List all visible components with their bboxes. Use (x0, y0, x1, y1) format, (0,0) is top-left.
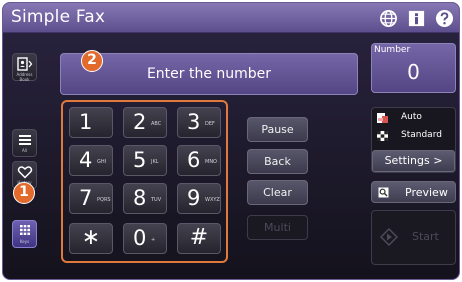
help-icon[interactable] (435, 9, 454, 28)
keys-label: Keys (19, 239, 30, 244)
all-list-label: All (22, 148, 27, 153)
key-digit: # (189, 225, 209, 250)
key-digit: 3 (187, 110, 201, 134)
key-asterisk[interactable]: ∗ (69, 223, 113, 254)
keypad-icon (20, 225, 30, 235)
settings-panel: Auto Standard Settings > (371, 107, 456, 173)
key-digit: 6 (187, 148, 201, 172)
key-digit: 5 (133, 148, 147, 172)
list-icon (19, 135, 31, 145)
preview-button[interactable]: Preview (371, 181, 456, 203)
app-title: Simple Fax (11, 7, 106, 27)
pause-button[interactable]: Pause (247, 117, 308, 142)
all-list-button[interactable]: All (12, 129, 37, 157)
key-letters: JKL (151, 159, 159, 165)
heart-icon (17, 166, 33, 179)
number-entry-placeholder: Enter the number (146, 66, 272, 82)
callout-marker-1: 1 (13, 182, 35, 204)
globe-icon[interactable] (379, 9, 398, 28)
key-digit: 2 (133, 110, 147, 134)
key-0[interactable]: 0 + (123, 223, 167, 254)
key-letters: TUV (151, 197, 162, 203)
document-color-icon (377, 113, 388, 123)
key-letters: DEF (205, 121, 215, 127)
standard-setting-label: Standard (401, 130, 442, 140)
key-letters: ABC (151, 121, 162, 127)
key-3[interactable]: 3 DEF (177, 107, 221, 138)
resolution-icon (377, 131, 388, 141)
key-digit: 4 (79, 148, 93, 172)
key-digit: ∗ (81, 225, 101, 250)
start-icon (380, 228, 398, 246)
callout-marker-2: 2 (81, 50, 103, 72)
preview-icon (378, 187, 389, 198)
number-entry-field[interactable]: Enter the number (60, 53, 358, 95)
key-letters: MNO (205, 159, 217, 165)
key-1[interactable]: 1 (69, 107, 113, 138)
info-icon[interactable] (407, 9, 426, 28)
key-8[interactable]: 8 TUV (123, 183, 167, 214)
number-label: Number (374, 45, 411, 55)
key-6[interactable]: 6 MNO (177, 145, 221, 176)
title-bar: Simple Fax (3, 3, 459, 33)
main-area: Address Book All History (3, 33, 459, 279)
clear-button[interactable]: Clear (247, 180, 308, 205)
address-book-button[interactable]: Address Book (12, 53, 37, 82)
key-letters: + (151, 237, 156, 243)
key-letters: GHI (97, 159, 107, 165)
key-digit: 9 (187, 186, 201, 210)
address-book-label: Address Book (16, 72, 33, 82)
address-book-icon (17, 57, 33, 71)
key-4[interactable]: 4 GHI (69, 145, 113, 176)
key-5[interactable]: 5 JKL (123, 145, 167, 176)
key-digit: 7 (79, 186, 93, 210)
start-button[interactable]: Start (371, 210, 456, 265)
keys-button[interactable]: Keys (12, 220, 37, 248)
key-digit: 1 (79, 110, 93, 134)
multi-button[interactable]: Multi (247, 215, 308, 240)
key-2[interactable]: 2 ABC (123, 107, 167, 138)
number-count: 0 (407, 60, 420, 84)
preview-label: Preview (405, 186, 448, 199)
key-letters: WXYZ (205, 197, 220, 203)
key-digit: 0 (133, 226, 147, 250)
backspace-button[interactable]: Back Space (247, 149, 308, 191)
key-7[interactable]: 7 PQRS (69, 183, 113, 214)
key-hash[interactable]: # (177, 223, 221, 254)
fax-screen: Simple Fax Address Book All Keys 1 Enter… (2, 2, 460, 280)
settings-button[interactable]: Settings > (372, 150, 455, 172)
number-count-panel: Number 0 (371, 43, 456, 93)
auto-setting-label: Auto (401, 112, 422, 122)
key-letters: PQRS (97, 197, 111, 203)
key-9[interactable]: 9 WXYZ (177, 183, 221, 214)
key-digit: 8 (133, 186, 147, 210)
start-label: Start (412, 230, 439, 243)
